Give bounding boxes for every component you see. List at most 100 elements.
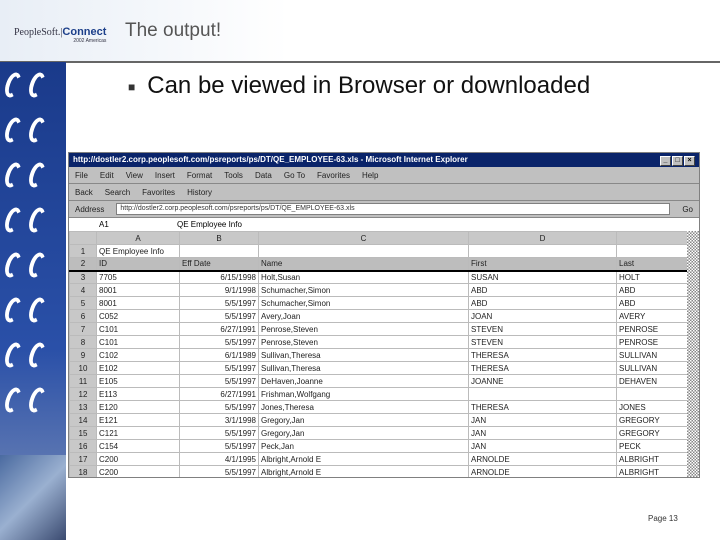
cell[interactable]: Albright,Arnold E (258, 465, 469, 477)
cell[interactable]: PENROSE (616, 335, 690, 349)
cell[interactable]: JAN (468, 439, 617, 453)
cell[interactable]: 6/1/1989 (179, 348, 259, 362)
cell[interactable]: 6/27/1991 (179, 322, 259, 336)
cell[interactable]: 8001 (96, 283, 180, 297)
cell[interactable]: 5/5/1997 (179, 374, 259, 388)
row-header[interactable]: 2 (69, 257, 97, 272)
cell[interactable]: PECK (616, 439, 690, 453)
row-header[interactable]: 1 (69, 244, 97, 258)
maximize-button[interactable]: □ (672, 156, 683, 166)
cell[interactable]: Schumacher,Simon (258, 283, 469, 297)
cell[interactable]: ALBRIGHT (616, 465, 690, 477)
formula-content[interactable]: QE Employee Info (177, 220, 242, 229)
cell[interactable]: 5/5/1997 (179, 361, 259, 375)
cell[interactable]: Penrose,Steven (258, 322, 469, 336)
cell[interactable]: A (96, 231, 180, 245)
cell[interactable]: ABD (468, 296, 617, 310)
row-header[interactable]: 9 (69, 348, 97, 362)
cell[interactable]: DeHaven,Joanne (258, 374, 469, 388)
vertical-scrollbar[interactable] (687, 231, 699, 477)
cell[interactable]: 4/1/1995 (179, 452, 259, 466)
cell[interactable]: C154 (96, 439, 180, 453)
cell[interactable]: ABD (616, 296, 690, 310)
cell[interactable]: THERESA (468, 400, 617, 414)
cell[interactable]: E121 (96, 413, 180, 427)
row-header[interactable]: 13 (69, 400, 97, 414)
menu-item[interactable]: Go To (284, 171, 305, 180)
row-header[interactable]: 17 (69, 452, 97, 466)
toolbar-button[interactable]: Favorites (142, 188, 175, 197)
cell[interactable]: Sullivan,Theresa (258, 348, 469, 362)
cell[interactable]: JOANNE (468, 374, 617, 388)
cell[interactable]: 5/5/1997 (179, 296, 259, 310)
cell[interactable]: 3/1/1998 (179, 413, 259, 427)
go-button[interactable]: Go (682, 205, 693, 214)
minimize-button[interactable]: _ (660, 156, 671, 166)
cell[interactable]: STEVEN (468, 335, 617, 349)
menu-item[interactable]: Favorites (317, 171, 350, 180)
cell[interactable]: ALBRIGHT (616, 452, 690, 466)
cell[interactable]: Avery,Joan (258, 309, 469, 323)
cell[interactable]: Gregory,Jan (258, 413, 469, 427)
row-header[interactable]: 4 (69, 283, 97, 297)
cell[interactable]: 5/5/1997 (179, 465, 259, 477)
row-header[interactable]: 16 (69, 439, 97, 453)
toolbar-button[interactable]: History (187, 188, 212, 197)
cell[interactable]: ARNOLDE (468, 452, 617, 466)
cell[interactable]: 7705 (96, 270, 180, 284)
cell[interactable]: C (258, 231, 469, 245)
cell[interactable]: Albright,Arnold E (258, 452, 469, 466)
cell[interactable] (258, 244, 469, 258)
cell[interactable]: D (468, 231, 617, 245)
cell[interactable]: 5/5/1997 (179, 400, 259, 414)
cell[interactable]: GREGORY (616, 413, 690, 427)
cell[interactable]: GREGORY (616, 426, 690, 440)
cell[interactable]: 6/27/1991 (179, 387, 259, 401)
cell[interactable]: 5/5/1997 (179, 439, 259, 453)
cell[interactable]: JAN (468, 413, 617, 427)
cell[interactable]: E113 (96, 387, 180, 401)
row-header[interactable]: 6 (69, 309, 97, 323)
toolbar-button[interactable]: Search (105, 188, 130, 197)
row-header[interactable]: 8 (69, 335, 97, 349)
cell[interactable]: PENROSE (616, 322, 690, 336)
cell[interactable] (468, 387, 617, 401)
cell[interactable] (616, 387, 690, 401)
menu-item[interactable]: Format (187, 171, 212, 180)
cell[interactable]: SULLIVAN (616, 348, 690, 362)
cell[interactable]: Peck,Jan (258, 439, 469, 453)
cell[interactable]: Last (616, 257, 690, 272)
row-header[interactable]: 14 (69, 413, 97, 427)
cell[interactable]: Frishman,Wolfgang (258, 387, 469, 401)
cell[interactable]: ARNOLDE (468, 465, 617, 477)
cell[interactable]: C200 (96, 452, 180, 466)
close-button[interactable]: × (684, 156, 695, 166)
cell[interactable]: JOAN (468, 309, 617, 323)
cell[interactable]: ABD (468, 283, 617, 297)
cell[interactable]: Holt,Susan (258, 270, 469, 284)
cell[interactable]: THERESA (468, 361, 617, 375)
row-header[interactable]: 5 (69, 296, 97, 310)
menu-item[interactable]: Edit (100, 171, 114, 180)
cell[interactable]: C101 (96, 335, 180, 349)
cell[interactable]: Gregory,Jan (258, 426, 469, 440)
cell[interactable]: ID (96, 257, 180, 272)
cell[interactable]: ABD (616, 283, 690, 297)
cell-reference[interactable]: A1 (99, 220, 169, 229)
cell[interactable]: 9/1/1998 (179, 283, 259, 297)
cell[interactable]: 5/5/1997 (179, 309, 259, 323)
cell[interactable] (179, 244, 259, 258)
cell[interactable]: DEHAVEN (616, 374, 690, 388)
cell[interactable]: Schumacher,Simon (258, 296, 469, 310)
cell[interactable] (616, 244, 690, 258)
cell[interactable]: THERESA (468, 348, 617, 362)
cell[interactable]: Penrose,Steven (258, 335, 469, 349)
row-header[interactable] (69, 231, 97, 245)
menu-item[interactable]: Insert (155, 171, 175, 180)
cell[interactable]: AVERY (616, 309, 690, 323)
cell[interactable]: QE Employee Info (96, 244, 180, 258)
cell[interactable]: First (468, 257, 617, 272)
menu-item[interactable]: Tools (224, 171, 243, 180)
cell[interactable]: Jones,Theresa (258, 400, 469, 414)
cell[interactable]: E105 (96, 374, 180, 388)
